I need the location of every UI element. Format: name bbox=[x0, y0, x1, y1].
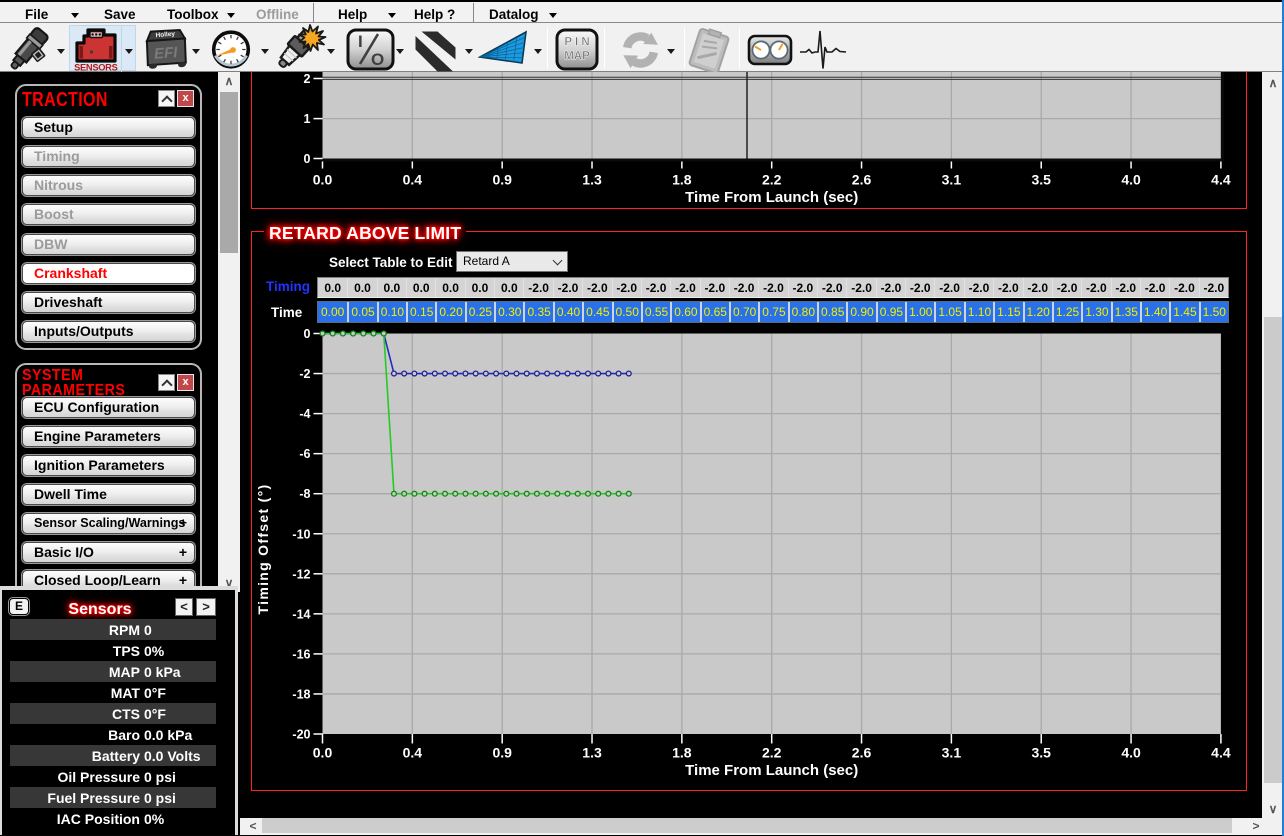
svg-text:1.8: 1.8 bbox=[672, 172, 692, 188]
svg-text:0: 0 bbox=[304, 327, 311, 341]
svg-text:2: 2 bbox=[304, 72, 311, 86]
svg-text:4.4: 4.4 bbox=[1211, 745, 1231, 761]
svg-text:1.3: 1.3 bbox=[582, 745, 602, 761]
svg-text:Time From Launch (sec): Time From Launch (sec) bbox=[685, 762, 858, 779]
svg-text:EFI: EFI bbox=[153, 44, 178, 63]
svg-text:-20: -20 bbox=[292, 728, 310, 742]
svg-text:4.0: 4.0 bbox=[1121, 172, 1141, 188]
svg-text:1.3: 1.3 bbox=[582, 172, 602, 188]
svg-text:3.5: 3.5 bbox=[1031, 172, 1051, 188]
svg-text:-14: -14 bbox=[292, 607, 310, 621]
svg-text:0.4: 0.4 bbox=[403, 172, 423, 188]
svg-text:0.4: 0.4 bbox=[403, 745, 423, 761]
svg-text:-2: -2 bbox=[299, 367, 310, 381]
svg-text:2.2: 2.2 bbox=[762, 172, 782, 188]
svg-text:1: 1 bbox=[304, 112, 311, 126]
svg-text:4.4: 4.4 bbox=[1211, 172, 1231, 188]
svg-text:I: I bbox=[358, 32, 363, 51]
svg-text:P I N: P I N bbox=[564, 37, 589, 49]
svg-text:Timing Offset (°): Timing Offset (°) bbox=[255, 484, 271, 615]
svg-text:0.0: 0.0 bbox=[313, 745, 333, 761]
svg-text:4.0: 4.0 bbox=[1121, 745, 1141, 761]
svg-text:2.6: 2.6 bbox=[852, 172, 872, 188]
svg-text:Time From Launch (sec): Time From Launch (sec) bbox=[685, 189, 858, 206]
svg-text:-10: -10 bbox=[292, 527, 310, 541]
svg-text:-18: -18 bbox=[292, 687, 310, 701]
svg-text:-12: -12 bbox=[292, 567, 310, 581]
svg-text:-8: -8 bbox=[299, 487, 310, 501]
svg-text:-6: -6 bbox=[299, 447, 310, 461]
svg-text:0.9: 0.9 bbox=[492, 745, 512, 761]
svg-text:MAP: MAP bbox=[564, 51, 590, 63]
svg-text:SENSORS: SENSORS bbox=[74, 63, 117, 73]
svg-text:3.1: 3.1 bbox=[942, 172, 962, 188]
svg-text:O: O bbox=[371, 50, 384, 69]
svg-text:0.0: 0.0 bbox=[313, 172, 333, 188]
svg-text:3.1: 3.1 bbox=[942, 745, 962, 761]
svg-text:2.6: 2.6 bbox=[852, 745, 872, 761]
svg-text:1.8: 1.8 bbox=[672, 745, 692, 761]
svg-text:0.9: 0.9 bbox=[492, 172, 512, 188]
svg-text:-16: -16 bbox=[292, 647, 310, 661]
svg-text:3.5: 3.5 bbox=[1031, 745, 1051, 761]
svg-text:-4: -4 bbox=[299, 407, 310, 421]
svg-text:0: 0 bbox=[304, 152, 311, 166]
svg-text:2.2: 2.2 bbox=[762, 745, 782, 761]
